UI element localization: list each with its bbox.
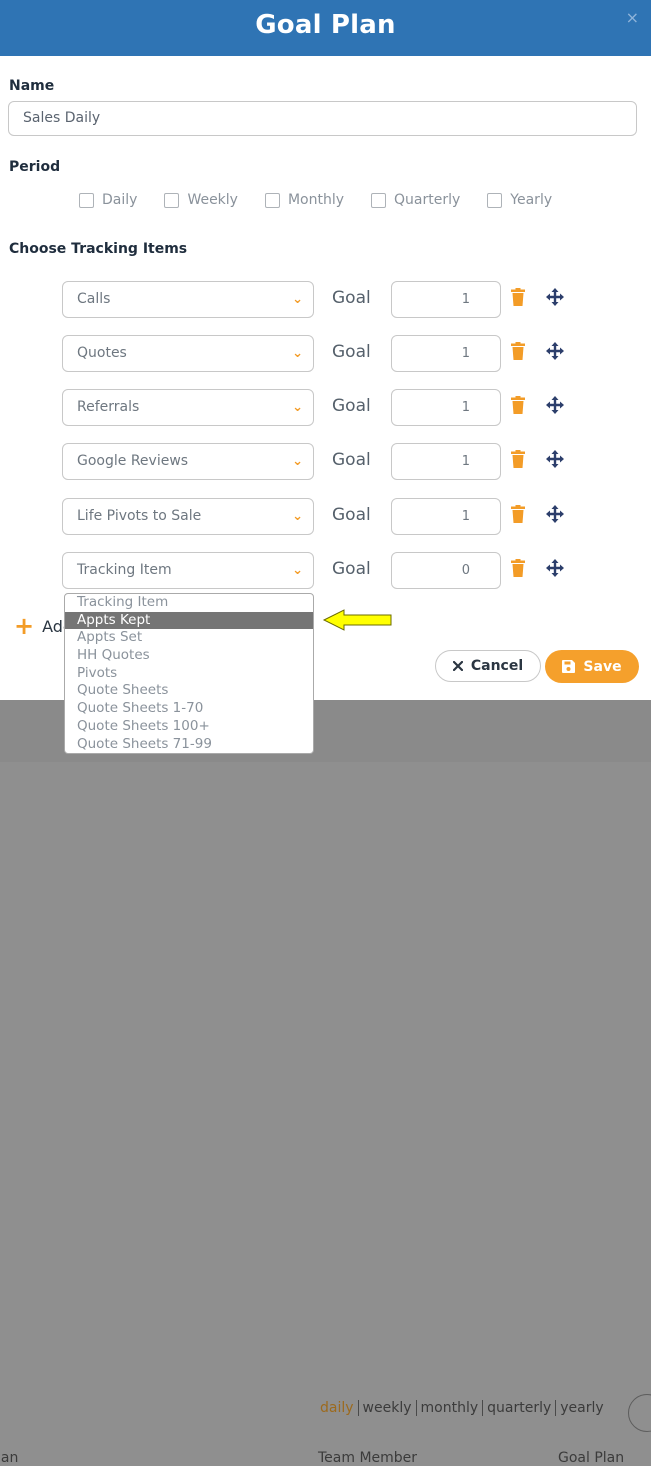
move-icon[interactable]	[546, 396, 564, 414]
period-label: Period	[9, 159, 61, 175]
yellow-arrow-annotation	[322, 609, 392, 631]
goal-input[interactable]: 1	[391, 443, 501, 480]
chevron-down-icon: ⌄	[292, 400, 303, 415]
close-icon	[452, 661, 463, 671]
save-label: Save	[583, 658, 622, 675]
close-icon[interactable]: ×	[626, 8, 639, 27]
dropdown-option[interactable]: Tracking Item	[65, 594, 313, 612]
column-header-plan: lan	[0, 1450, 19, 1466]
floppy-disk-icon	[562, 660, 576, 673]
goal-label: Goal	[332, 342, 371, 362]
trash-icon[interactable]	[511, 450, 525, 468]
checkbox[interactable]	[264, 192, 280, 208]
modal-header: Goal Plan ×	[0, 0, 651, 56]
dropdown-option-highlighted[interactable]: Appts Kept	[65, 611, 313, 630]
goal-label: Goal	[332, 559, 371, 579]
tracking-item-value: Tracking Item	[77, 562, 172, 578]
tracking-item-select[interactable]: Google Reviews ⌄	[62, 443, 314, 480]
dropdown-option[interactable]: Quote Sheets 71-99	[65, 736, 313, 754]
name-label: Name	[9, 78, 55, 94]
move-icon[interactable]	[546, 450, 564, 468]
checkbox[interactable]	[371, 192, 387, 208]
goal-input[interactable]: 1	[391, 498, 501, 535]
filter-monthly: monthly	[415, 1400, 483, 1416]
filter-daily: daily	[320, 1400, 354, 1416]
dropdown-option[interactable]: Pivots	[65, 665, 313, 683]
period-monthly[interactable]: Monthly	[264, 192, 345, 208]
dropdown-option[interactable]: Quote Sheets	[65, 682, 313, 700]
period-weekly[interactable]: Weekly	[164, 192, 238, 208]
period-yearly[interactable]: Yearly	[487, 192, 552, 208]
dropdown-option[interactable]: Quote Sheets 1-70	[65, 700, 313, 718]
move-icon[interactable]	[546, 559, 564, 577]
tracking-item-select[interactable]: Life Pivots to Sale ⌄	[62, 498, 314, 535]
tracking-item-value: Referrals	[77, 399, 140, 415]
period-quarterly-label: Quarterly	[394, 192, 461, 208]
checkbox[interactable]	[79, 192, 94, 208]
tracking-row: Referrals ⌄ Goal 1	[62, 389, 582, 426]
goal-label: Goal	[332, 450, 371, 470]
trash-icon[interactable]	[511, 505, 525, 523]
period-weekly-label: Weekly	[187, 192, 238, 208]
trash-icon[interactable]	[511, 396, 525, 414]
tracking-item-select[interactable]: Tracking Item ⌄	[62, 552, 314, 589]
dropdown-option[interactable]: HH Quotes	[65, 647, 313, 665]
tracking-item-select[interactable]: Referrals ⌄	[62, 389, 314, 426]
checkbox[interactable]	[164, 192, 180, 208]
trash-icon[interactable]	[511, 288, 525, 306]
chevron-down-icon: ⌄	[292, 563, 303, 578]
tracking-item-select[interactable]: Calls ⌄	[62, 281, 314, 318]
goal-label: Goal	[332, 288, 371, 308]
dropdown-option[interactable]: Appts Set	[65, 629, 313, 647]
plus-icon: +	[14, 612, 35, 640]
filter-weekly: weekly	[357, 1400, 416, 1416]
modal-title: Goal Plan	[255, 10, 396, 40]
column-header-team-member: Team Member	[318, 1450, 418, 1466]
move-icon[interactable]	[546, 288, 564, 306]
goal-input[interactable]: 1	[391, 335, 501, 372]
tracking-item-value: Calls	[77, 291, 111, 307]
tracking-item-dropdown-list: Tracking Item Appts Kept Appts Set HH Qu…	[64, 593, 314, 754]
chevron-down-icon: ⌄	[292, 292, 303, 307]
trash-icon[interactable]	[511, 559, 525, 577]
move-icon[interactable]	[546, 505, 564, 523]
tracking-row: Calls ⌄ Goal 1	[62, 281, 582, 318]
goal-input[interactable]: 1	[391, 389, 501, 426]
period-options: Daily Weekly Monthly Quarterly Yearly	[79, 192, 579, 208]
goal-label: Goal	[332, 505, 371, 525]
tracking-row: Tracking Item ⌄ Goal 0	[62, 552, 582, 589]
goal-input[interactable]: 0	[391, 552, 501, 589]
column-header-goal-plan: Goal Plan	[558, 1450, 625, 1466]
cancel-button[interactable]: Cancel	[435, 650, 541, 682]
period-quarterly[interactable]: Quarterly	[371, 192, 460, 208]
move-icon[interactable]	[546, 342, 564, 360]
filter-quarterly: quarterly	[482, 1400, 555, 1416]
background-circle-button	[628, 1394, 651, 1432]
period-daily-label: Daily	[102, 192, 138, 208]
tracking-row: Life Pivots to Sale ⌄ Goal 1	[62, 498, 582, 535]
tracking-row: Quotes ⌄ Goal 1	[62, 335, 582, 372]
checkbox[interactable]	[487, 192, 503, 208]
period-yearly-label: Yearly	[510, 192, 553, 208]
chevron-down-icon: ⌄	[292, 454, 303, 469]
background-period-filters: daily weekly monthly quarterly yearly	[316, 1400, 608, 1416]
trash-icon[interactable]	[511, 342, 525, 360]
period-daily[interactable]: Daily	[79, 192, 137, 208]
goal-input[interactable]: 1	[391, 281, 501, 318]
tracking-items-label: Choose Tracking Items	[9, 241, 188, 257]
goal-label: Goal	[332, 396, 371, 416]
tracking-item-select[interactable]: Quotes ⌄	[62, 335, 314, 372]
tracking-item-value: Quotes	[77, 345, 127, 361]
tracking-row: Google Reviews ⌄ Goal 1	[62, 443, 582, 480]
tracking-item-value: Google Reviews	[77, 453, 189, 469]
dropdown-option[interactable]: Quote Sheets 100+	[65, 718, 313, 736]
save-button[interactable]: Save	[545, 650, 639, 683]
tracking-item-value: Life Pivots to Sale	[77, 508, 202, 524]
cancel-label: Cancel	[470, 658, 524, 674]
name-input[interactable]: Sales Daily	[8, 101, 637, 136]
chevron-down-icon: ⌄	[292, 346, 303, 361]
filter-yearly: yearly	[555, 1400, 607, 1416]
chevron-down-icon: ⌄	[292, 509, 303, 524]
period-monthly-label: Monthly	[287, 192, 345, 208]
